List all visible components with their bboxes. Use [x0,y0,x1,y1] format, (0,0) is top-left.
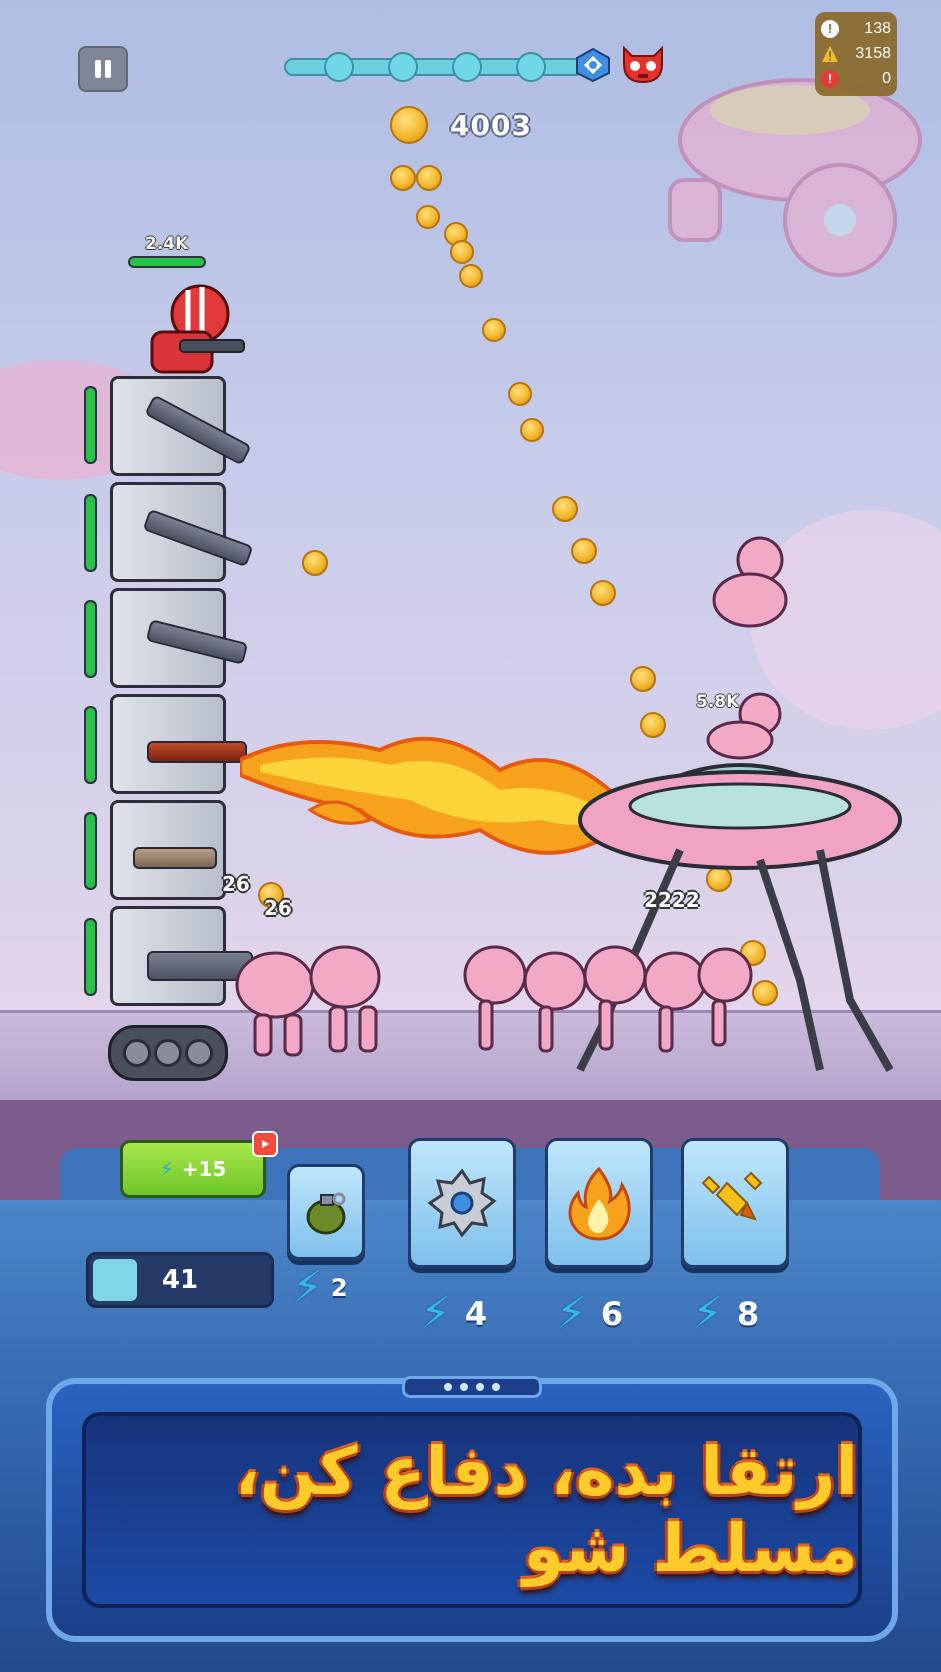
lightning-icon: ⚡ [420,1288,451,1339]
coin-value: 4003 [450,108,532,142]
stat-row: 3158 [821,41,891,66]
saw-launcher [133,847,217,869]
coin [508,382,532,406]
flying-enemy-robot [712,536,788,628]
energy-level-value: 41 [161,1265,199,1295]
energy-bonus-label: +15 [181,1157,227,1181]
banner-inner: ارتقا بده، دفاع کن، مسلط شو [82,1412,862,1608]
module-hp-bar [84,918,97,996]
tower-module-claw [110,906,253,1006]
stat-value: 138 [864,19,891,37]
stat-value: 3158 [855,44,891,62]
coin [416,165,442,191]
banner-slogan: ارتقا بده، دفاع کن، مسلط شو [234,1433,858,1587]
grenade-skill-button[interactable] [287,1164,365,1260]
coin [590,580,616,606]
stat-row: ! 0 [821,66,891,91]
warning-icon [822,45,838,62]
lightning-icon: ⚡ [692,1288,723,1339]
tower-module-gatling [110,482,254,582]
shield-wave-icon [576,47,610,83]
coin [482,318,506,342]
coin [450,240,474,264]
coin [302,550,328,576]
grenade-icon [306,1192,346,1235]
sawblade-skill-button[interactable] [408,1138,516,1268]
wave-node [452,52,482,82]
stat-value: 0 [882,69,891,87]
sawblade-icon [427,1168,497,1238]
enemy-robot-horde [463,945,753,1053]
module-hp-bar [84,812,97,890]
gatling-gun [142,508,254,568]
coin [459,264,483,288]
lightning-icon: ⚡ [292,1262,323,1313]
sawblade-cost: ⚡ 4 [420,1288,488,1339]
missile-cost: ⚡ 8 [692,1288,760,1339]
exclamation-icon: ! [821,19,839,38]
flamethrower [147,741,247,763]
missile-skill-button[interactable] [681,1138,789,1268]
missiles-icon [701,1171,763,1221]
damage-number: 26 [264,896,292,920]
coin-counter: 4003 [390,106,532,144]
fire-icon [568,1166,631,1241]
module-hp-bar [84,600,97,678]
coin [390,165,416,191]
hero-soldier [150,284,245,374]
fire-skill-button[interactable] [545,1138,653,1268]
energy-bonus-button[interactable]: ⚡ +15 [120,1140,266,1198]
game-scene: 4003 ! 138 3158 ! 0 2.4K 26 26 2222 5.8K… [0,0,941,1672]
tower-module-minigun [110,588,249,688]
module-hp-bar [84,706,97,784]
module-hp-bar [84,494,97,572]
pause-button[interactable] [78,46,128,92]
module-hp-bar [84,386,97,464]
stat-row: ! 138 [821,16,891,41]
tower-treads [108,1025,228,1081]
coin [571,538,597,564]
coin [630,666,656,692]
wave-progress-bar [284,52,584,82]
enemy-hp-label: 5.8K [696,692,740,712]
wave-node [324,52,354,82]
energy-level-bar: 41 [86,1252,274,1308]
pause-icon [95,60,101,78]
stats-panel: ! 138 3158 ! 0 [815,12,897,96]
tower-module-gatling [110,376,252,476]
lightning-icon: ⚡ [556,1288,587,1339]
promo-banner: ارتقا بده، دفاع کن، مسلط شو [46,1376,898,1642]
coin [416,205,440,229]
gatling-gun [144,394,252,466]
lightning-icon: ⚡ [159,1157,174,1181]
banner-indicator [402,1376,542,1398]
coin-icon [390,106,428,144]
tower-module-flamethrower [110,694,247,794]
grenade-cost: ⚡ 2 [292,1262,348,1313]
coin [520,418,544,442]
boss-skull-icon [623,45,663,84]
hero-hp-label: 2.4K [145,234,189,254]
minigun [145,619,249,665]
damage-number: 2222 [644,888,700,912]
coin [552,496,578,522]
wave-node [516,52,546,82]
alert-icon: ! [821,69,839,88]
wave-node [388,52,418,82]
video-ad-icon [252,1131,278,1157]
enemy-robot-group [235,945,381,1057]
fire-cost: ⚡ 6 [556,1288,624,1339]
tower-module-saw [110,800,226,900]
hero-hp-bar [128,256,206,268]
damage-number: 26 [222,872,250,896]
